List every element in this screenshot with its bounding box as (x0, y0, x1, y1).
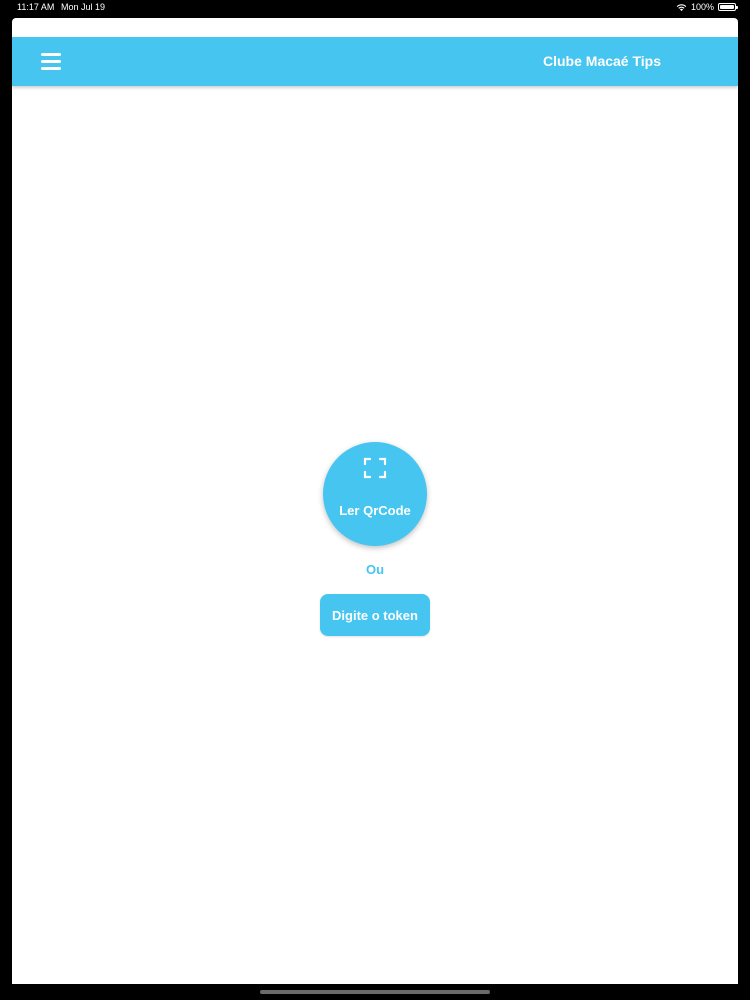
read-qrcode-label: Ler QrCode (339, 503, 411, 518)
wifi-icon (676, 3, 687, 11)
app-header: Clube Macaé Tips (12, 37, 738, 86)
battery-percentage: 100% (690, 2, 714, 12)
enter-token-button[interactable]: Digite o token (320, 594, 430, 636)
app-screen: Clube Macaé Tips Ler QrCode Ou Digite o … (12, 18, 738, 984)
home-indicator (260, 990, 490, 994)
hamburger-menu-icon[interactable] (40, 51, 64, 73)
scan-frame-icon (363, 457, 387, 479)
status-time: 11:17 AM (17, 2, 55, 12)
status-bar: 11:17 AM Mon Jul 19 100% (0, 0, 750, 16)
read-qrcode-button[interactable]: Ler QrCode (323, 442, 427, 546)
app-title: Clube Macaé Tips (543, 53, 662, 69)
status-date: Mon Jul 19 (61, 2, 106, 12)
battery-icon (718, 3, 738, 11)
status-right: 100% (676, 2, 738, 12)
or-separator-label: Ou (365, 562, 385, 577)
